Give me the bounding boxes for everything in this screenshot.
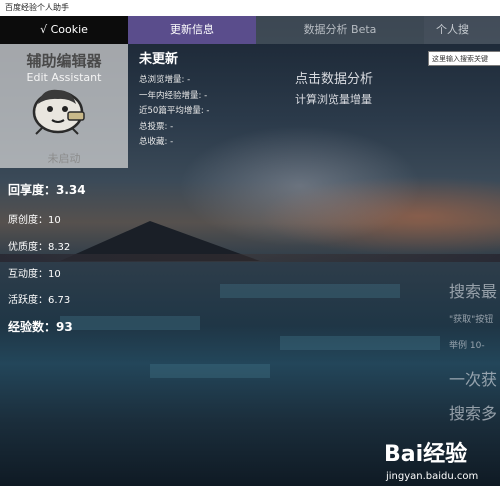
tab-personal-search[interactable]: 个人搜 (424, 16, 500, 44)
mascot-icon (32, 89, 85, 135)
stat-experience: 经验数：93 (8, 320, 73, 334)
update-info-panel: 未更新 总浏览增量: - 一年内经验增量: - 近50篇平均增量: - 总投票:… (139, 48, 209, 151)
background-horizon (0, 254, 500, 262)
analysis-prompt-line2: 计算浏览量增量 (295, 93, 372, 106)
update-total-votes: 总投票: - (139, 121, 174, 132)
stat-interaction: 互动度：10 (8, 269, 61, 280)
edit-assistant-panel[interactable]: 辅助编辑器 Edit Assistant 未启动 (0, 44, 128, 168)
watermark-brand: Bai经验 (384, 441, 467, 467)
update-total-favorites: 总收藏: - (139, 137, 174, 147)
background-pool (150, 364, 270, 378)
window-title: 百度经验个人助手 (0, 0, 500, 16)
edit-assistant-status[interactable]: 未启动 (0, 150, 128, 166)
background-pool (220, 284, 400, 298)
search-line-3: 搜索多 (449, 404, 498, 423)
analysis-prompt[interactable]: 点击数据分析 计算浏览量增量 (295, 68, 373, 107)
tab-cookie[interactable]: √ Cookie (0, 16, 128, 44)
update-yearly-increment: 一年内经验增量: - (139, 90, 208, 101)
search-heading: 搜索最 (449, 282, 498, 301)
search-example: 举例 10- (449, 341, 485, 351)
analysis-prompt-line1: 点击数据分析 (295, 72, 374, 87)
search-keyword-input[interactable] (428, 51, 500, 66)
search-line-2: 一次获 (449, 370, 498, 389)
edit-assistant-title: 辅助编辑器 (26, 52, 102, 70)
baidu-jingyan-watermark: Bai经验 jingyan.baidu.com (384, 441, 478, 482)
stat-activity: 活跃度：6.73 (8, 295, 71, 306)
update-total-views: 总浏览增量: - (139, 75, 191, 85)
watermark-url: jingyan.baidu.com (385, 471, 478, 482)
background-pool (280, 336, 440, 350)
tab-data-analysis[interactable]: 数据分析 Beta (256, 16, 424, 44)
app-window: √ Cookie 更新信息 数据分析 Beta 个人搜 辅助编辑器 Edit A… (0, 16, 500, 486)
stat-recovery: 回享度：3.34 (8, 183, 86, 197)
tab-update-info[interactable]: 更新信息 (128, 16, 256, 44)
stat-quality: 优质度：8.32 (8, 242, 71, 253)
search-hint: "获取"按钮 (449, 315, 494, 325)
update-recent-average: 近50篇平均增量: - (139, 106, 210, 116)
update-status-title: 未更新 (139, 52, 179, 67)
stat-originality: 原创度：10 (8, 215, 61, 226)
tab-bar: √ Cookie 更新信息 数据分析 Beta 个人搜 (0, 16, 500, 44)
background-pool (60, 316, 200, 330)
